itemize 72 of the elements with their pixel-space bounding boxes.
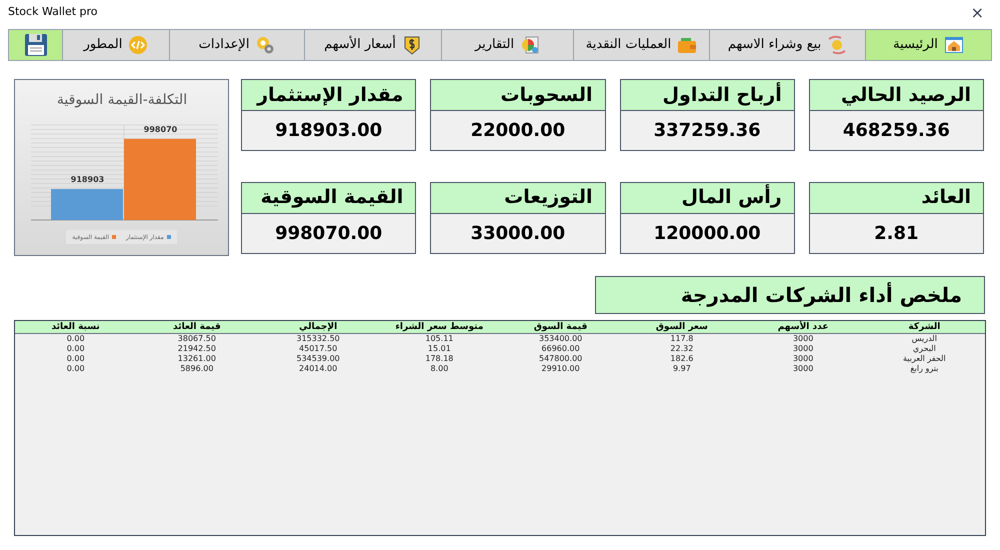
table-cell-text: الدريس (910, 334, 938, 344)
card-label: رأس المال (620, 182, 795, 214)
card-value: 468259.36 (808, 111, 984, 151)
table-cell-text: 8.00 (429, 364, 450, 374)
data-label: 998070 (144, 124, 178, 134)
chart-title: التكلفة-القيمة السوقية (56, 92, 188, 108)
table-cell-text: 182.6 (669, 354, 694, 364)
legend-swatch (112, 235, 116, 239)
table-cell-text: 3000 (792, 344, 814, 354)
card-value: 2.81 (808, 214, 984, 254)
table-cell-text: 0.00 (66, 354, 86, 364)
table-cell-text: 534539.00 (295, 354, 341, 364)
table-cell-text: 3000 (792, 334, 814, 344)
column-header: نسبة العائد (50, 321, 101, 333)
card-label: مقدار الإستثمار (241, 79, 416, 111)
table-cell-text: 15.01 (426, 344, 452, 354)
house-icon (944, 35, 964, 55)
toolbar-tab[interactable]: الرئيسية (865, 30, 991, 60)
card-value: 33000.00 (430, 214, 606, 254)
table-cell-text: الحفر العربية (902, 354, 947, 364)
table-cell-text: 13261.00 (176, 354, 217, 364)
column-header: الإجمالي (298, 321, 338, 333)
card-value: 120000.00 (620, 214, 795, 254)
card-label: القيمة السوقية (241, 182, 416, 214)
card-label: السحوبات (430, 79, 606, 111)
card-label: العائد (808, 182, 984, 214)
card-label: التوزيعات (430, 182, 606, 214)
table-cell-text: 315332.50 (295, 334, 341, 344)
table-cell-text: 3000 (792, 364, 814, 374)
column-header: قيمة السوق (532, 321, 588, 333)
section-title: ملخص أداء الشركات المدرجة (595, 276, 985, 314)
table-cell-text: 117.8 (669, 334, 694, 344)
legend-swatch (166, 235, 171, 239)
table-cell-text: 29910.00 (540, 364, 581, 374)
table-cell-text: 0.00 (66, 344, 86, 354)
column-header: قيمة العائد (172, 321, 222, 333)
card-label: أرباح التداول (620, 79, 795, 111)
table-cell-text: 66960.00 (540, 344, 581, 354)
pie-chart-icon (520, 35, 540, 55)
table-cell-text: 5896.00 (179, 364, 214, 374)
column-header: متوسط سعر الشراء (394, 321, 484, 333)
column-header: عدد الأسهم (776, 321, 830, 333)
code-gear-icon (128, 35, 148, 55)
table-cell-text: 9.97 (672, 364, 692, 374)
table-cell-text: 45017.50 (298, 344, 338, 354)
dollar-shield-icon (402, 35, 422, 55)
card-value: 918903.00 (241, 111, 416, 151)
table-cell-text: بترو رابغ (909, 364, 940, 374)
gears-icon (255, 35, 276, 55)
table-cell-text: 547800.00 (538, 354, 584, 364)
table-cell-text: 21942.50 (176, 344, 217, 354)
table-cell-text: البحري (912, 344, 937, 354)
table-cell-text: 353400.00 (538, 334, 584, 344)
data-label: 918903 (70, 175, 104, 184)
wallet-icon (677, 35, 698, 55)
card-label: الرصيد الحالي (808, 79, 984, 111)
table-cell-text: 38067.50 (176, 334, 217, 344)
window-title: Stock Wallet pro (8, 4, 98, 20)
card-value: 22000.00 (430, 111, 606, 151)
save-button[interactable] (9, 30, 62, 60)
table-cell-text: 3000 (792, 354, 814, 364)
table-cell-text: 0.00 (66, 364, 86, 374)
table-cell-text: 24014.00 (298, 364, 338, 374)
table-cell-text: 105.11 (424, 334, 454, 344)
table-cell-text: 22.32 (669, 344, 694, 354)
card-value: 337259.36 (620, 111, 795, 151)
column-header: الشركة (907, 321, 942, 333)
table-cell-text: 0.00 (66, 334, 86, 344)
close-button[interactable]: × (962, 4, 992, 20)
table-cell-text: 178.18 (424, 354, 454, 364)
card-value: 998070.00 (241, 214, 416, 254)
column-header: سعر السوق (654, 321, 709, 333)
